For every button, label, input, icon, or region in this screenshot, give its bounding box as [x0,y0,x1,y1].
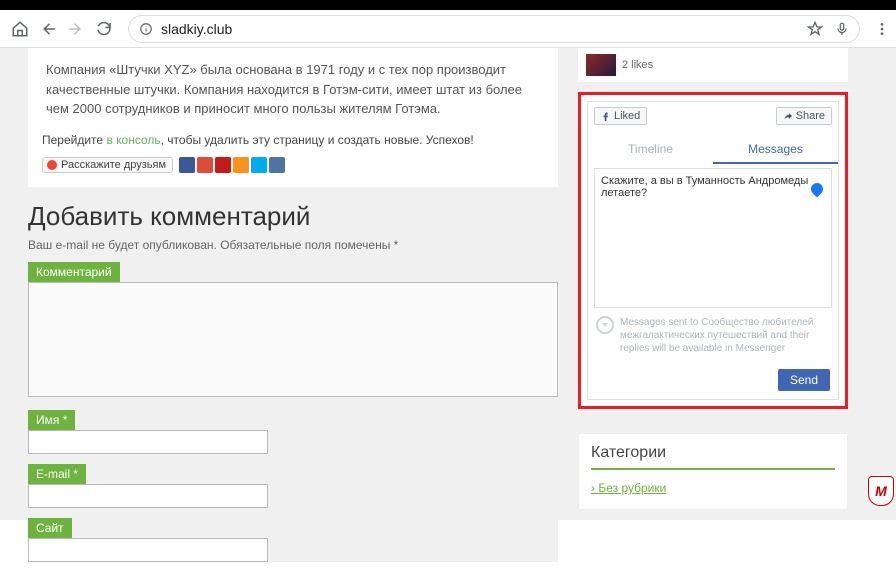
sidebar-likes-box: 2 likes [578,48,848,82]
shield-icon: M [868,476,894,506]
social-icons [179,157,285,173]
arrow-left-icon [39,20,57,38]
mcafee-badge[interactable]: M [868,476,896,510]
fb-share-button[interactable]: Share [776,107,832,125]
bookmark-star-icon[interactable] [807,21,823,37]
likes-count: 2 likes [622,59,653,71]
arrow-right-icon [67,20,85,38]
browser-toolbar [0,10,896,48]
email-input[interactable] [28,484,268,508]
fb-liked-label: Liked [614,110,640,122]
label-name: Имя * [28,410,75,430]
hint-before: Перейдите [42,133,106,147]
fb-liked-button[interactable]: Liked [594,107,647,125]
reload-button[interactable] [90,15,118,43]
fb-page-plugin: Liked Share Timeline Messages Скажите, а… [587,101,839,400]
twitter-icon[interactable] [251,157,267,173]
fb-tab-timeline[interactable]: Timeline [588,136,713,164]
share-row: Расскажите друзьям [42,157,544,173]
messenger-icon [596,316,614,334]
note-star: * [394,238,399,252]
badge-letter: M [875,483,887,499]
forward-button [62,15,90,43]
fb-tab-messages[interactable]: Messages [713,136,838,164]
page-body: Компания «Штучки XYZ» была основана в 19… [0,48,896,520]
fb-info-row: Messages sent to Сообщество любителей ме… [588,308,838,363]
moy-mir-icon[interactable] [215,157,231,173]
comment-form: Добавить комментарий Ваш e-mail не будет… [28,187,558,562]
comment-form-note: Ваш e-mail не будет опубликован. Обязате… [28,238,558,252]
fb-share-label: Share [796,110,825,122]
label-site: Сайт [28,518,72,538]
google-plus-icon[interactable] [197,157,213,173]
comment-textarea[interactable] [28,282,558,397]
share-friends-button[interactable]: Расскажите друзьям [42,157,173,173]
categories-title: Категории [591,444,835,470]
fb-message-text: Скажите, а вы в Туманность Андромеды лет… [601,175,808,199]
google-dot-icon [47,160,57,170]
back-button[interactable] [34,15,62,43]
sidebar: 2 likes Liked Share [578,48,848,572]
console-hint: Перейдите в консоль, чтобы удалить эту с… [42,133,544,147]
caret-indicator-icon [809,181,826,198]
odnoklassniki-icon[interactable] [233,157,249,173]
mic-icon[interactable] [835,20,849,38]
fb-message-textarea[interactable]: Скажите, а вы в Туманность Андромеды лет… [594,168,832,308]
name-input[interactable] [28,430,268,454]
main-column: Компания «Штучки XYZ» была основана в 19… [28,48,558,572]
menu-dots-icon[interactable] [874,21,890,37]
site-info-icon[interactable] [139,22,153,36]
fb-info-text: Messages sent to Сообщество любителей ме… [620,316,830,355]
url-input[interactable] [161,21,807,37]
facebook-icon[interactable] [179,157,195,173]
category-link[interactable]: Без рубрики [591,481,666,495]
comment-form-title: Добавить комментарий [28,201,558,232]
article-excerpt: Компания «Штучки XYZ» была основана в 19… [28,48,558,187]
categories-widget: Категории Без рубрики [578,433,848,510]
share-label: Расскажите друзьям [61,159,166,171]
address-bar[interactable] [128,15,860,43]
reload-icon [95,20,113,38]
home-button[interactable] [6,15,34,43]
vk-icon[interactable] [269,157,285,173]
fb-send-button[interactable]: Send [778,369,830,391]
console-link[interactable]: в консоль [106,133,160,147]
home-icon [11,20,29,38]
label-comment: Комментарий [28,262,120,282]
article-text: Компания «Штучки XYZ» была основана в 19… [42,60,544,119]
site-input[interactable] [28,538,268,562]
window-top-strip [0,0,896,10]
label-email: E-mail * [28,464,86,484]
highlighted-widget: Liked Share Timeline Messages Скажите, а… [578,92,848,409]
note-text: Ваш e-mail не будет опубликован. Обязате… [28,238,394,252]
hint-after: , чтобы удалить эту страницу и создать н… [161,133,474,147]
sidebar-thumb [586,54,616,76]
facebook-f-icon [601,111,611,121]
share-arrow-icon [783,111,793,121]
